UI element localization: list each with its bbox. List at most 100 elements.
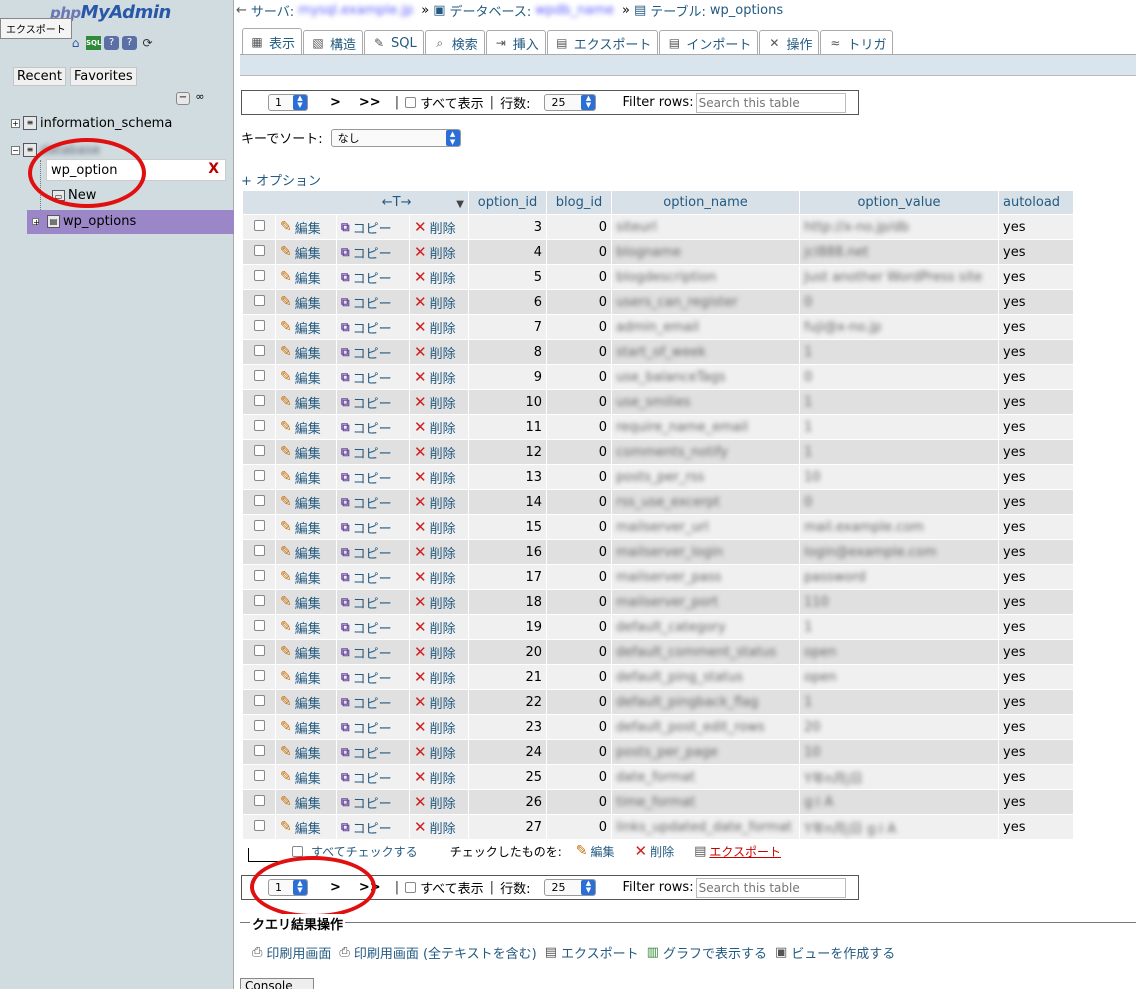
cell-option-name[interactable]: use_balanceTags [612,365,799,389]
row-copy-button[interactable]: ⧉ コピー [341,218,392,237]
table-row[interactable]: ✎ 編集 ⧉ コピー ✕ 削除 8 0 start_of_week 1 yes [243,340,1073,364]
cell-blog-id[interactable]: 0 [547,440,611,464]
cell-autoload[interactable]: yes [999,815,1073,839]
cell-blog-id[interactable]: 0 [547,315,611,339]
row-checkbox[interactable] [253,569,265,581]
row-copy-button[interactable]: ⧉ コピー [341,318,392,337]
table-row[interactable]: ✎ 編集 ⧉ コピー ✕ 削除 16 0 mailserver_login login@examp… [243,540,1073,564]
tree-item-wp-options[interactable]: + ▤ wp_options [32,210,136,232]
table-row[interactable]: ✎ 編集 ⧉ コピー ✕ 削除 11 0 require_name_email 1 yes [243,415,1073,439]
row-edit-button[interactable]: ✎ 編集 [280,293,321,312]
tab-operations[interactable]: ✕ 操作 [759,30,820,55]
show-all-checkbox-bottom[interactable] [405,882,417,893]
row-edit-button[interactable]: ✎ 編集 [280,218,321,237]
cell-option-id[interactable]: 13 [469,465,546,489]
row-delete-button[interactable]: ✕ 削除 [414,793,456,812]
column-header-autoload[interactable]: autoload [999,191,1073,214]
cell-autoload[interactable]: yes [999,640,1073,664]
cell-option-id[interactable]: 15 [469,515,546,539]
next-page-button-bottom[interactable]: > [330,880,341,895]
tab-triggers[interactable]: ≈ トリガ [820,30,894,55]
clear-filter-icon[interactable]: X [208,161,219,177]
cell-autoload[interactable]: yes [999,365,1073,389]
cell-autoload[interactable]: yes [999,240,1073,264]
rows-select-top[interactable]: 25 ▲ ▼ [544,94,597,111]
reload-icon[interactable]: ⟳ [140,36,155,50]
cell-autoload[interactable]: yes [999,440,1073,464]
row-edit-button[interactable]: ✎ 編集 [280,693,321,712]
cell-option-value[interactable]: 10 [800,465,998,489]
cell-option-id[interactable]: 8 [469,340,546,364]
cell-option-name[interactable]: default_category [612,615,799,639]
cell-option-name[interactable]: users_can_register [612,290,799,314]
column-header-blog-id[interactable]: blog_id [547,191,611,214]
row-copy-button[interactable]: ⧉ コピー [341,718,392,737]
page-select-top[interactable]: 1 ▲ ▼ [268,94,308,111]
create-view-link[interactable]: ▣ ビューを作成する [775,943,895,962]
options-link[interactable]: + オプション [241,170,321,189]
cell-option-id[interactable]: 16 [469,540,546,564]
cell-option-value[interactable]: 20 [800,715,998,739]
cell-blog-id[interactable]: 0 [547,640,611,664]
row-delete-button[interactable]: ✕ 削除 [414,643,456,662]
cell-option-id[interactable]: 10 [469,390,546,414]
row-checkbox[interactable] [253,644,265,656]
cell-option-id[interactable]: 12 [469,440,546,464]
row-copy-button[interactable]: ⧉ コピー [341,768,392,787]
row-copy-button[interactable]: ⧉ コピー [341,368,392,387]
row-delete-button[interactable]: ✕ 削除 [414,493,456,512]
cell-autoload[interactable]: yes [999,740,1073,764]
row-checkbox[interactable] [253,744,265,756]
bulk-edit-button[interactable]: ✎ 編集 [576,843,615,860]
cell-option-name[interactable]: admin_email [612,315,799,339]
row-checkbox[interactable] [253,594,265,606]
row-edit-button[interactable]: ✎ 編集 [280,793,321,812]
cell-blog-id[interactable]: 0 [547,515,611,539]
link-icon[interactable]: ∞ [193,91,207,105]
cell-option-name[interactable]: default_comment_status [612,640,799,664]
cell-option-id[interactable]: 21 [469,665,546,689]
table-row[interactable]: ✎ 編集 ⧉ コピー ✕ 削除 17 0 mailserver_pass password yes [243,565,1073,589]
row-delete-button[interactable]: ✕ 削除 [414,243,456,262]
cell-option-id[interactable]: 5 [469,265,546,289]
bulk-export-button[interactable]: ▤ エクスポート [694,843,781,860]
row-checkbox[interactable] [253,519,265,531]
cell-autoload[interactable]: yes [999,265,1073,289]
favorites-tab[interactable]: Favorites [69,67,137,86]
table-row[interactable]: ✎ 編集 ⧉ コピー ✕ 削除 24 0 posts_per_page 10 yes [243,740,1073,764]
row-delete-button[interactable]: ✕ 削除 [414,343,456,362]
row-edit-button[interactable]: ✎ 編集 [280,368,321,387]
column-header-option-id[interactable]: option_id [469,191,546,214]
cell-autoload[interactable]: yes [999,465,1073,489]
cell-autoload[interactable]: yes [999,565,1073,589]
cell-option-name[interactable]: posts_per_page [612,740,799,764]
table-row[interactable]: ✎ 編集 ⧉ コピー ✕ 削除 7 0 admin_email fuji@x-no.jp yes [243,315,1073,339]
row-edit-button[interactable]: ✎ 編集 [280,518,321,537]
cell-autoload[interactable]: yes [999,765,1073,789]
cell-option-name[interactable]: default_pingback_flag [612,690,799,714]
cell-blog-id[interactable]: 0 [547,390,611,414]
cell-option-value[interactable]: Y年n月j日 [800,765,998,789]
cell-option-name[interactable]: siteurl [612,215,799,239]
cell-option-id[interactable]: 14 [469,490,546,514]
table-row[interactable]: ✎ 編集 ⧉ コピー ✕ 削除 6 0 users_can_register 0 yes [243,290,1073,314]
check-all-checkbox[interactable] [292,845,303,857]
table-filter-input[interactable] [47,160,197,180]
table-row[interactable]: ✎ 編集 ⧉ コピー ✕ 削除 3 0 siteurl http://x-no.jp/db yes [243,215,1073,239]
cell-autoload[interactable]: yes [999,390,1073,414]
cell-option-value[interactable]: 10 [800,740,998,764]
cell-option-value[interactable]: Y年n月j日 g:i A [800,815,998,839]
row-edit-button[interactable]: ✎ 編集 [280,743,321,762]
cell-blog-id[interactable]: 0 [547,490,611,514]
tab-search[interactable]: ⌕ 検索 [424,30,485,55]
row-copy-button[interactable]: ⧉ コピー [341,668,392,687]
cell-option-name[interactable]: blogdescription [612,265,799,289]
cell-autoload[interactable]: yes [999,690,1073,714]
row-copy-button[interactable]: ⧉ コピー [341,443,392,462]
page-select-bottom[interactable]: 1 ▲ ▼ [268,879,308,896]
expand-icon[interactable]: + [32,217,40,226]
cell-blog-id[interactable]: 0 [547,265,611,289]
cell-option-name[interactable]: posts_per_rss [612,465,799,489]
cell-option-value[interactable]: 0 [800,490,998,514]
cell-option-name[interactable]: mailserver_pass [612,565,799,589]
